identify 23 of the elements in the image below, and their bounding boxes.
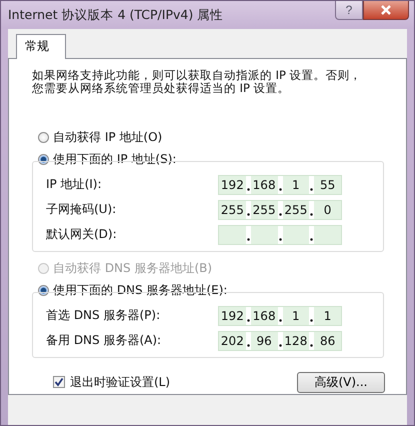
ip-address-field[interactable]: 255 255 255 0 <box>218 200 342 220</box>
window-title: Internet 协议版本 4 (TCP/IPv4) 属性 <box>8 6 224 24</box>
description-text: 如果网络支持此功能，则可以获取自动指派的 IP 设置。否则，您需要从网络系统管理员处获得适当的 IP 设置。 <box>32 69 362 95</box>
help-button[interactable]: ? <box>335 1 363 20</box>
field-label: 子网掩码(U): <box>46 201 118 218</box>
checkbox[interactable] <box>53 376 65 388</box>
radio-label[interactable]: 自动获得 IP 地址(O) <box>53 129 162 146</box>
radio-button[interactable] <box>38 285 49 296</box>
field-label: IP 地址(I): <box>46 176 103 193</box>
close-icon <box>380 5 392 15</box>
field-label: 备用 DNS 服务器(A): <box>46 332 162 349</box>
field-label: 默认网关(D): <box>46 226 118 243</box>
close-button[interactable] <box>363 1 409 20</box>
ip-address-field[interactable]: 192 168 1 1 <box>218 306 342 326</box>
radio-button[interactable] <box>38 154 49 165</box>
advanced-button[interactable]: 高级(V)... <box>297 372 385 392</box>
field-label: 首选 DNS 服务器(P): <box>46 307 162 324</box>
tab[interactable]: 常规 <box>16 34 66 59</box>
ip-address-field[interactable]: 192 168 1 55 <box>218 174 342 194</box>
radio-button[interactable] <box>38 132 49 143</box>
checkbox-label[interactable]: 退出时验证设置(L) <box>70 374 170 390</box>
ip-address-field[interactable]: 202 96 128 86 <box>218 330 342 350</box>
ip-address-field[interactable] <box>218 224 342 244</box>
